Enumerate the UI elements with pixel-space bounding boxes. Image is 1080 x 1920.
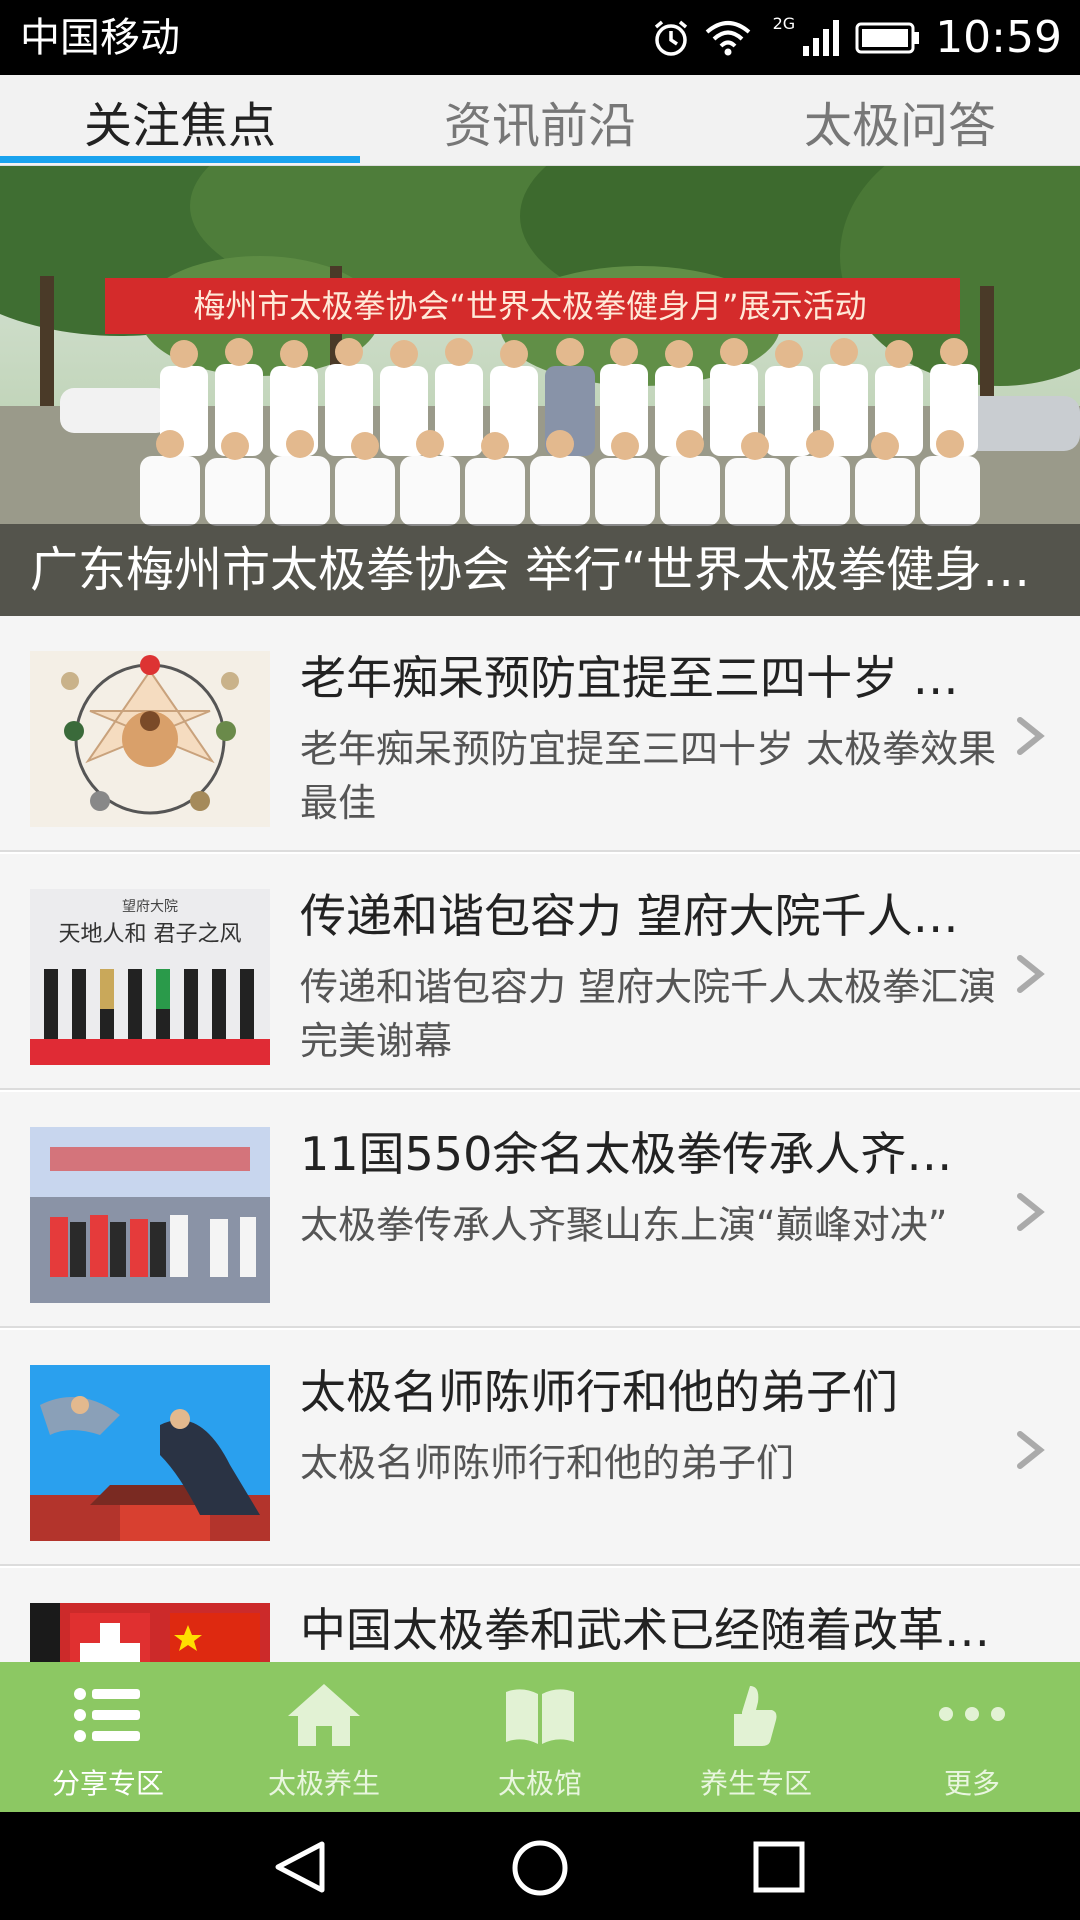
signal-icon [803,19,840,56]
featured-banner[interactable]: 梅州市太极拳协会“世界太极拳健身月”展示活动 广东梅州市太极拳协会 举行“世界太… [0,166,1080,616]
banner-photo-text: 梅州市太极拳协会“世界太极拳健身月”展示活动 [193,287,866,325]
list-item[interactable]: 11国550余名太极拳传承人齐聚山东上演“巅峰对决” 太极拳传承人齐聚山东上演“… [0,1092,1080,1328]
nav-label: 养生专区 [699,1767,812,1800]
article-thumbnail [30,1127,270,1303]
book-icon [506,1689,574,1744]
svg-text:天地人和 君子之风: 天地人和 君子之风 [59,922,242,947]
alarm-icon [654,20,687,56]
wifi-icon [705,20,750,55]
nav-wellness-zone[interactable]: 养生专区 [648,1662,864,1812]
battery-icon [855,22,920,53]
thumbs-up-icon [734,1686,777,1746]
article-title: 中国太极拳和武术已经随着改革开放走向世界 [300,1603,990,1657]
tab-taichi-qa[interactable]: 太极问答 [720,75,1080,166]
article-title: 老年痴呆预防宜提至三四十岁 太极拳效果最佳 [300,651,990,705]
article-summary: 太极名师陈师行和他的弟子们 [300,1441,795,1485]
list-icon [74,1688,140,1742]
nav-more[interactable]: 更多 [864,1662,1080,1812]
nav-taichi-hall[interactable]: 太极馆 [432,1662,648,1812]
nav-label: 太极馆 [497,1767,582,1800]
list-item[interactable]: 望府大院 天地人和 君子之风 传递和谐包容力 望府大院千人太极拳汇演完美谢幕 传… [0,854,1080,1090]
nav-taichi-health[interactable]: 太极养生 [216,1662,432,1812]
status-icons: 2G 10:59 [651,10,1062,65]
nav-label: 太极养生 [267,1767,380,1800]
list-item[interactable]: 太极名师陈师行和他的弟子们 太极名师陈师行和他的弟子们 [0,1330,1080,1566]
top-tab-bar: 关注焦点 资讯前沿 太极问答 [0,75,1080,166]
list-item[interactable]: 老年痴呆预防宜提至三四十岁 太极拳效果最佳 老年痴呆预防宜提至三四十岁 太极拳效… [0,616,1080,852]
article-thumbnail: 望府大院 天地人和 君子之风 [30,889,270,1065]
article-title: 11国550余名太极拳传承人齐聚山东上演“巅峰对决” [300,1127,990,1181]
tab-news-frontier[interactable]: 资讯前沿 [360,75,720,166]
article-thumbnail [30,1365,270,1541]
chevron-right-icon [1017,1193,1045,1231]
article-summary: 老年痴呆预防宜提至三四十岁 太极拳效果最佳 [300,727,997,825]
tab-focus[interactable]: 关注焦点 [0,75,360,166]
back-icon[interactable] [270,1840,330,1894]
network-type: 2G [772,14,796,33]
article-title: 传递和谐包容力 望府大院千人太极拳汇演完美谢幕 [300,889,990,943]
article-summary: 传递和谐包容力 望府大院千人太极拳汇演完美谢幕 [300,965,997,1063]
article-thumbnail [30,651,270,827]
chevron-right-icon [1017,1431,1045,1469]
home-icon [288,1684,360,1746]
article-summary: 太极拳传承人齐聚山东上演“巅峰对决” [300,1203,948,1247]
status-bar: 中国移动 2G 10:59 [0,0,1080,75]
nav-share-zone[interactable]: 分享专区 [0,1662,216,1812]
recents-icon[interactable] [752,1840,806,1894]
clock: 10:59 [935,12,1062,63]
more-dots-icon [939,1707,1005,1721]
banner-caption: 广东梅州市太极拳协会 举行“世界太极拳健身月”展示活动 [30,542,1060,598]
nav-label: 分享专区 [51,1767,164,1800]
chevron-right-icon [1017,955,1045,993]
home-circle-icon[interactable] [510,1838,570,1898]
carrier-name: 中国移动 [20,15,180,61]
chevron-right-icon [1017,717,1045,755]
article-title: 太极名师陈师行和他的弟子们 [300,1365,898,1419]
nav-label: 更多 [943,1767,1000,1800]
active-tab-indicator [0,156,360,163]
bottom-navigation: 分享专区 太极养生 太极馆 养生专区 更多 [0,1662,1080,1812]
svg-text:望府大院: 望府大院 [122,899,178,915]
system-navigation-bar [0,1812,1080,1920]
